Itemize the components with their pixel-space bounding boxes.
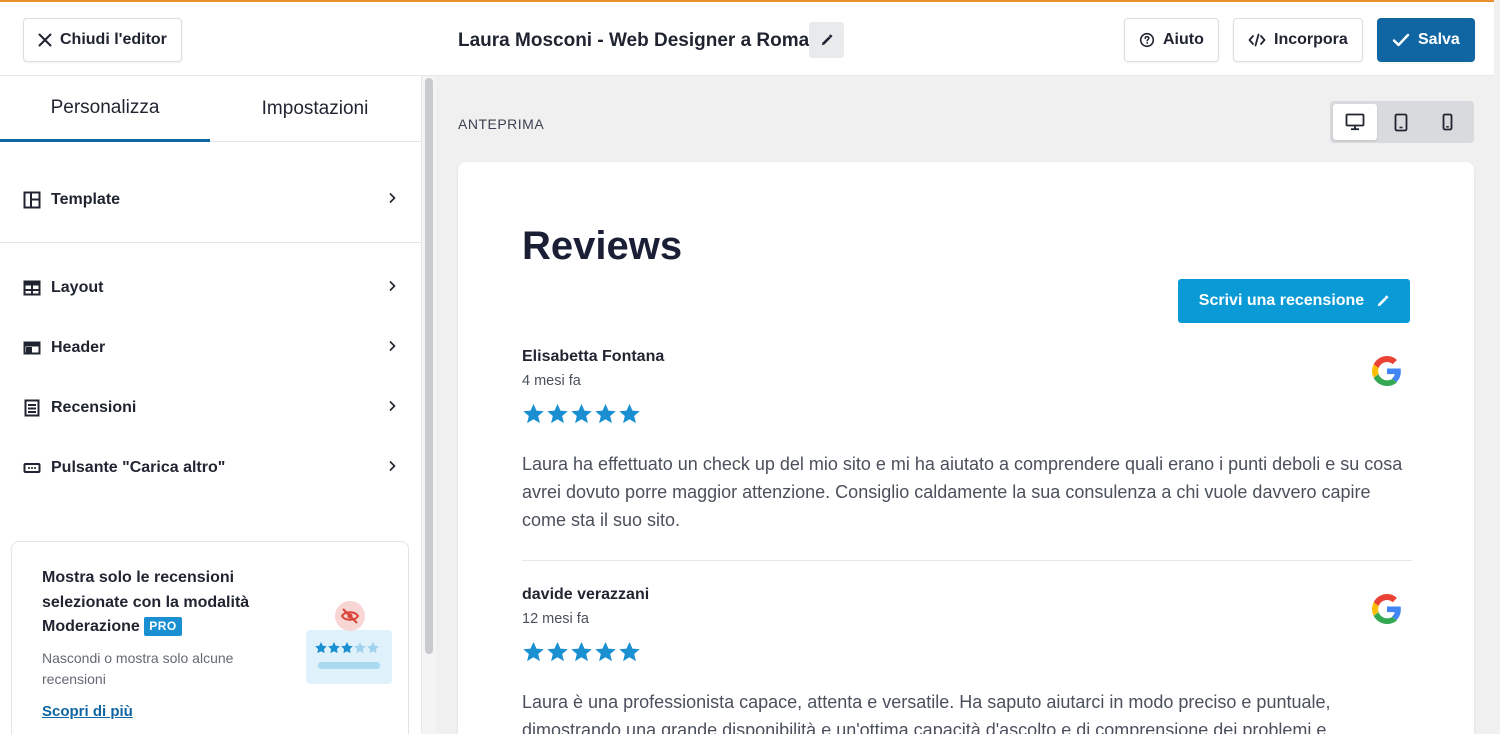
desktop-icon bbox=[1345, 113, 1365, 131]
star-icon bbox=[571, 403, 592, 424]
preview-label: ANTEPRIMA bbox=[458, 116, 545, 132]
sidebar: Personalizza Impostazioni Template Layou… bbox=[0, 76, 422, 734]
review-author: davide verazzani bbox=[522, 586, 650, 603]
tab-personalizza[interactable]: Personalizza bbox=[0, 76, 210, 142]
review-date: 4 mesi fa bbox=[522, 373, 581, 389]
moderation-promo-card: Mostra solo le recensioni selezionate co… bbox=[11, 541, 409, 734]
review-item: Elisabetta Fontana 4 mesi fa Laura ha ef… bbox=[522, 348, 1412, 534]
help-button[interactable]: Aiuto bbox=[1124, 18, 1219, 62]
sidebar-scrollbar[interactable] bbox=[422, 76, 436, 734]
sidebar-item-recensioni[interactable]: Recensioni bbox=[0, 378, 421, 438]
tab-impostazioni[interactable]: Impostazioni bbox=[210, 76, 420, 142]
review-text: Laura è una professionista capace, atten… bbox=[522, 692, 1331, 734]
chevron-right-icon bbox=[389, 460, 396, 472]
window-edge bbox=[1494, 0, 1500, 734]
embed-button[interactable]: Incorpora bbox=[1233, 18, 1363, 62]
reviews-widget-card: Reviews Scrivi una recensione Elisabetta… bbox=[458, 162, 1474, 734]
edit-title-button[interactable] bbox=[809, 22, 844, 58]
tablet-view-button[interactable] bbox=[1379, 104, 1423, 140]
star-icon bbox=[523, 403, 544, 424]
sidebar-item-header[interactable]: Header bbox=[0, 318, 421, 378]
sidebar-item-label: Layout bbox=[51, 279, 104, 296]
promo-subtitle: Nascondi o mostra solo alcune recensioni bbox=[42, 650, 234, 687]
moderation-illustration-icon bbox=[306, 601, 392, 684]
review-item: davide verazzani 12 mesi fa Laura è una … bbox=[522, 586, 1412, 734]
review-text: Laura ha effettuato un check up del mio … bbox=[522, 454, 1403, 530]
pro-badge: PRO bbox=[144, 617, 182, 636]
sidebar-item-label: Template bbox=[51, 191, 121, 208]
sidebar-item-label: Recensioni bbox=[51, 399, 137, 416]
star-icon bbox=[571, 641, 592, 662]
help-icon bbox=[1139, 32, 1155, 48]
review-rating bbox=[522, 403, 1412, 427]
write-review-label: Scrivi una recensione bbox=[1198, 292, 1365, 309]
learn-more-link[interactable]: Scopri di più bbox=[42, 703, 133, 720]
sidebar-divider bbox=[0, 242, 421, 243]
sidebar-item-template[interactable]: Template bbox=[0, 170, 421, 230]
sidebar-item-label: Pulsante "Carica altro" bbox=[51, 459, 226, 476]
star-icon bbox=[619, 641, 640, 662]
widget-heading: Reviews bbox=[522, 224, 683, 268]
pencil-icon bbox=[821, 33, 833, 45]
chevron-right-icon bbox=[389, 340, 396, 352]
star-icon bbox=[595, 403, 616, 424]
sidebar-scroll-thumb[interactable] bbox=[425, 78, 433, 654]
top-bar: Chiudi l'editor Laura Mosconi - Web Desi… bbox=[0, 0, 1500, 76]
mobile-icon bbox=[1442, 113, 1452, 131]
close-editor-label: Chiudi l'editor bbox=[60, 31, 167, 48]
button-icon bbox=[22, 458, 42, 478]
embed-label: Incorpora bbox=[1274, 31, 1348, 48]
sidebar-item-layout[interactable]: Layout bbox=[0, 258, 421, 318]
mobile-view-button[interactable] bbox=[1425, 104, 1469, 140]
star-icon bbox=[523, 641, 544, 662]
save-label: Salva bbox=[1418, 31, 1460, 48]
star-icon bbox=[547, 641, 568, 662]
device-switcher bbox=[1330, 101, 1474, 143]
chevron-right-icon bbox=[389, 192, 396, 204]
google-icon bbox=[1372, 356, 1401, 386]
desktop-view-button[interactable] bbox=[1333, 104, 1377, 140]
review-date: 12 mesi fa bbox=[522, 611, 589, 627]
star-icon bbox=[547, 403, 568, 424]
tablet-icon bbox=[1394, 113, 1408, 131]
review-separator bbox=[522, 560, 1412, 561]
chevron-right-icon bbox=[389, 400, 396, 412]
template-icon bbox=[22, 190, 42, 210]
chevron-right-icon bbox=[389, 280, 396, 292]
checkmark-icon bbox=[1392, 33, 1410, 47]
widget-title-text: Laura Mosconi - Web Designer a Roma bbox=[458, 30, 810, 51]
write-review-button[interactable]: Scrivi una recensione bbox=[1178, 279, 1410, 323]
review-author: Elisabetta Fontana bbox=[522, 348, 665, 365]
sidebar-item-label: Header bbox=[51, 339, 106, 356]
reviews-list-icon bbox=[22, 398, 42, 418]
code-icon bbox=[1248, 33, 1266, 47]
promo-title: Mostra solo le recensioni selezionate co… bbox=[42, 566, 292, 640]
help-label: Aiuto bbox=[1163, 31, 1204, 48]
layout-icon bbox=[22, 278, 42, 298]
header-icon bbox=[22, 338, 42, 358]
sidebar-tabs: Personalizza Impostazioni bbox=[0, 76, 421, 142]
preview-area: ANTEPRIMA Reviews Scrivi una recensione … bbox=[436, 76, 1500, 734]
review-rating bbox=[522, 641, 1412, 665]
pencil-icon bbox=[1378, 294, 1389, 306]
google-icon bbox=[1372, 594, 1401, 624]
close-icon bbox=[38, 33, 52, 47]
sidebar-item-load-more[interactable]: Pulsante "Carica altro" bbox=[0, 438, 421, 498]
close-editor-button[interactable]: Chiudi l'editor bbox=[23, 18, 182, 62]
star-icon bbox=[595, 641, 616, 662]
save-button[interactable]: Salva bbox=[1377, 18, 1475, 62]
star-icon bbox=[619, 403, 640, 424]
